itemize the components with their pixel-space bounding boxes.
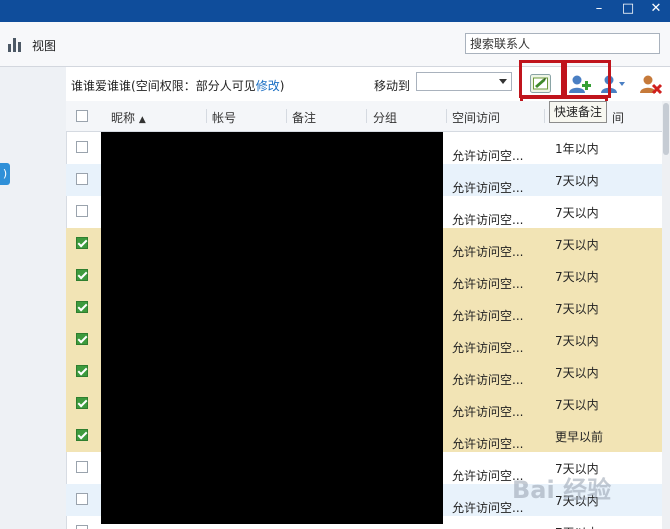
last-visit-cell: 7天以内 bbox=[555, 206, 599, 220]
permission-label: (空间权限：部分人可见 bbox=[131, 79, 256, 93]
last-visit-cell: 7天以内 bbox=[555, 302, 599, 316]
row-checkbox[interactable] bbox=[76, 237, 88, 249]
space-access-cell: 允许访问空... bbox=[452, 437, 524, 451]
watermark-logo: Bai 经验 bbox=[512, 476, 612, 504]
minimize-button[interactable]: – bbox=[588, 0, 610, 18]
bar-chart-icon[interactable] bbox=[8, 36, 24, 52]
search-contacts-input[interactable] bbox=[465, 33, 660, 54]
group-permission-text: 谁谁爱谁谁(空间权限：部分人可见修改) bbox=[71, 77, 284, 94]
last-visit-cell: 7天以内 bbox=[555, 270, 599, 284]
group-name: 谁谁爱谁谁 bbox=[71, 79, 132, 93]
maximize-button[interactable]: □ bbox=[617, 0, 639, 18]
view-button[interactable]: 视图 bbox=[32, 37, 56, 54]
row-checkbox[interactable] bbox=[76, 493, 88, 505]
row-checkbox[interactable] bbox=[76, 429, 88, 441]
scrollbar-thumb[interactable] bbox=[663, 103, 669, 155]
group-tab[interactable]: ) bbox=[0, 163, 10, 185]
column-header-note[interactable]: 备注 bbox=[292, 109, 316, 126]
redacted-contact-names bbox=[101, 132, 443, 524]
edit-permission-link[interactable]: 修改 bbox=[256, 79, 280, 93]
space-access-cell: 允许访问空... bbox=[452, 277, 524, 291]
last-visit-cell: 7天以内 bbox=[555, 238, 599, 252]
row-checkbox[interactable] bbox=[76, 461, 88, 473]
delete-contact-button[interactable] bbox=[638, 71, 664, 97]
row-checkbox[interactable] bbox=[76, 301, 88, 313]
highlight-box-add bbox=[564, 60, 611, 98]
column-separator bbox=[544, 109, 545, 123]
title-bar: – □ ✕ bbox=[0, 0, 670, 22]
space-access-cell: 允许访问空... bbox=[452, 149, 524, 163]
last-visit-cell: 7天以内 bbox=[555, 524, 599, 529]
row-checkbox[interactable] bbox=[76, 333, 88, 345]
row-checkbox[interactable] bbox=[76, 141, 88, 153]
space-access-cell: 允许访问空... bbox=[452, 181, 524, 195]
vertical-scrollbar[interactable] bbox=[662, 101, 670, 529]
highlight-box-quick-note bbox=[519, 60, 564, 98]
space-access-cell: 允许访问空... bbox=[452, 405, 524, 419]
last-visit-cell: 7天以内 bbox=[555, 334, 599, 348]
last-visit-cell: 1年以内 bbox=[555, 142, 599, 156]
move-to-label: 移动到 bbox=[374, 79, 411, 93]
space-access-cell: 允许访问空... bbox=[452, 341, 524, 355]
select-all-checkbox[interactable] bbox=[76, 110, 88, 122]
column-header-space-access[interactable]: 空间访问 bbox=[452, 109, 500, 126]
sort-up-icon: ▲ bbox=[138, 115, 146, 125]
close-button[interactable]: ✕ bbox=[645, 0, 667, 18]
last-visit-cell: 更早以前 bbox=[555, 430, 604, 444]
last-visit-cell: 7天以内 bbox=[555, 366, 599, 380]
last-visit-cell: 7天以内 bbox=[555, 398, 599, 412]
row-checkbox[interactable] bbox=[76, 205, 88, 217]
last-visit-cell: 7天以内 bbox=[555, 174, 599, 188]
column-separator bbox=[366, 109, 367, 123]
column-header-nickname[interactable]: 昵称 ▲ bbox=[111, 109, 146, 126]
column-separator bbox=[286, 109, 287, 123]
quick-note-tooltip: 快速备注 bbox=[549, 101, 608, 123]
space-access-cell: 允许访问空... bbox=[452, 309, 524, 323]
space-access-cell: 允许访问空... bbox=[452, 373, 524, 387]
delete-contact-icon bbox=[640, 75, 663, 95]
column-header-group[interactable]: 分组 bbox=[373, 109, 397, 126]
close-paren: ) bbox=[279, 79, 285, 93]
dropdown-arrow-icon bbox=[499, 79, 507, 84]
group-list-panel: ) bbox=[0, 67, 67, 529]
column-separator bbox=[206, 109, 207, 123]
column-header-last-visit[interactable]: 间 bbox=[612, 109, 624, 126]
row-checkbox[interactable] bbox=[76, 525, 88, 529]
row-checkbox[interactable] bbox=[76, 397, 88, 409]
row-checkbox[interactable] bbox=[76, 365, 88, 377]
row-checkbox[interactable] bbox=[76, 173, 88, 185]
row-checkbox[interactable] bbox=[76, 269, 88, 281]
space-access-cell: 允许访问空... bbox=[452, 213, 524, 227]
move-to-select[interactable] bbox=[416, 72, 512, 91]
column-header-account[interactable]: 帐号 bbox=[212, 109, 236, 126]
column-separator bbox=[446, 109, 447, 123]
space-access-cell: 允许访问空... bbox=[452, 245, 524, 259]
